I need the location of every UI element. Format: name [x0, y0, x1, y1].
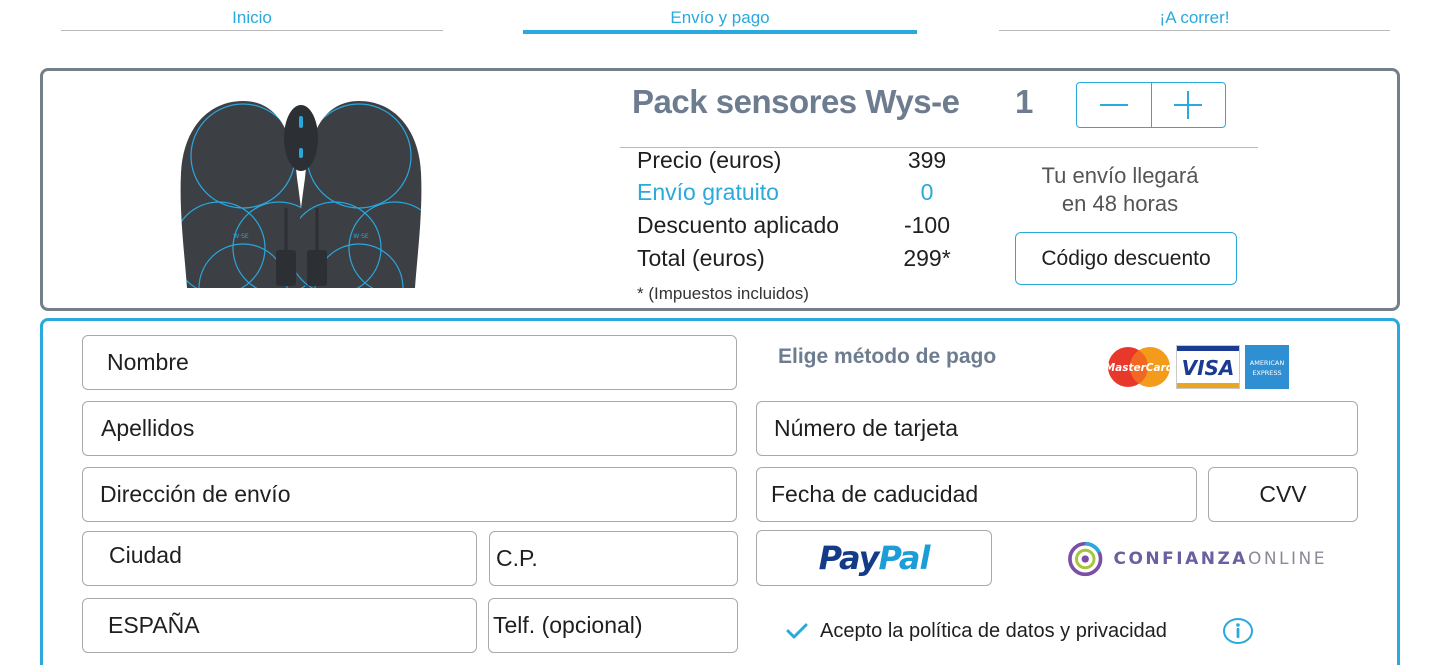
quantity-stepper [1076, 82, 1226, 128]
quantity-value: 1 [1015, 83, 1034, 120]
delivery-line-2: en 48 horas [1061, 191, 1179, 216]
city-placeholder: Ciudad [109, 542, 182, 568]
paypal-button[interactable]: PayPal [756, 530, 992, 586]
confianza-online-icon [1068, 541, 1103, 577]
step-underline [61, 30, 443, 31]
info-icon[interactable] [1222, 617, 1254, 645]
discount-value: -100 [903, 212, 951, 238]
visa-text: VISA [1182, 356, 1235, 380]
surname-placeholder: Apellidos [101, 415, 195, 441]
amex-logo[interactable]: AMERICAN EXPRESS [1245, 345, 1289, 389]
insole-logo-left: W·SE [233, 233, 249, 240]
discount-row: Descuento aplicado -100 [637, 212, 977, 244]
step-label: Envío y pago [670, 8, 770, 27]
discount-label: Descuento aplicado [637, 212, 840, 238]
paypal-text-pal: Pal [878, 539, 930, 577]
phone-placeholder: Telf. (opcional) [493, 612, 643, 638]
confianza-online-badge: CONFIANZAONLINE [1067, 531, 1327, 587]
increase-quantity-button[interactable] [1150, 83, 1226, 127]
total-value: 299* [903, 245, 951, 271]
step-label: Inicio [232, 8, 272, 27]
postal-code-field[interactable]: C.P. [489, 531, 738, 586]
shipping-row: Envío gratuito 0 [637, 179, 977, 211]
payment-method-title: Elige método de pago [778, 345, 997, 368]
delivery-info: Tu envío llegará en 48 horas [1013, 162, 1227, 218]
step-envio-pago[interactable]: Envío y pago [523, 0, 917, 34]
card-number-field[interactable]: Número de tarjeta [756, 401, 1358, 456]
shipping-label: Envío gratuito [637, 179, 779, 205]
country-field[interactable]: ESPAÑA [82, 598, 477, 653]
step-label: ¡A correr! [1159, 8, 1230, 27]
checkout-form: Nombre Apellidos Dirección de envío Ciud… [40, 318, 1400, 665]
step-inicio[interactable]: Inicio [61, 0, 443, 31]
country-value: ESPAÑA [108, 612, 200, 638]
price-row: Precio (euros) 399 [637, 147, 977, 179]
paypal-text-pay: Pay [818, 539, 880, 577]
phone-field[interactable]: Telf. (opcional) [488, 598, 738, 653]
step-a-correr[interactable]: ¡A correr! [999, 0, 1390, 31]
product-title: Pack sensores Wys-e [632, 83, 960, 120]
city-field[interactable]: Ciudad [82, 531, 477, 586]
privacy-consent[interactable]: Acepto la política de datos y privacidad [786, 613, 1167, 649]
address-placeholder: Dirección de envío [100, 481, 291, 507]
check-icon [786, 623, 808, 639]
address-field[interactable]: Dirección de envío [82, 467, 737, 522]
surname-field[interactable]: Apellidos [82, 401, 737, 456]
amex-text-1: AMERICAN [1250, 359, 1285, 367]
plus-icon [1174, 91, 1203, 119]
paypal-logo: PayPal [818, 539, 931, 577]
total-row: Total (euros) 299* [637, 245, 977, 277]
insole-logo-right: W·SE [353, 233, 369, 240]
confianza-online-text: CONFIANZAONLINE [1113, 549, 1327, 569]
name-placeholder: Nombre [107, 349, 189, 375]
mastercard-text: MasterCard [1107, 362, 1171, 374]
postal-code-placeholder: C.P. [496, 545, 538, 571]
card-number-placeholder: Número de tarjeta [774, 415, 959, 441]
total-label: Total (euros) [637, 245, 765, 271]
online-text: ONLINE [1247, 549, 1327, 569]
product-image: W·SE W·SE [180, 101, 422, 288]
name-field[interactable]: Nombre [82, 335, 737, 390]
taxes-note: * (Impuestos incluidos) [637, 284, 809, 303]
discount-code-button[interactable]: Código descuento [1015, 232, 1237, 285]
decrease-quantity-button[interactable] [1077, 83, 1151, 127]
cvv-placeholder: CVV [1259, 481, 1307, 507]
expiry-date-field[interactable]: Fecha de caducidad [756, 467, 1197, 522]
minus-icon [1099, 104, 1128, 106]
privacy-consent-label: Acepto la política de datos y privacidad [820, 619, 1167, 642]
step-underline-active [523, 30, 917, 34]
price-label: Precio (euros) [637, 147, 782, 173]
shipping-value: 0 [920, 179, 934, 205]
amex-text-2: EXPRESS [1252, 369, 1281, 377]
step-underline [999, 30, 1390, 31]
product-summary-card: W·SE W·SE Pack sensores Wys-e 1 Precio (… [40, 68, 1400, 311]
visa-logo[interactable]: VISA [1176, 345, 1240, 389]
price-value: 399 [907, 147, 947, 173]
mastercard-logo[interactable]: MasterCard [1107, 345, 1171, 389]
expiry-date-placeholder: Fecha de caducidad [771, 481, 979, 507]
confianza-text: CONFIANZA [1113, 549, 1248, 569]
delivery-line-1: Tu envío llegará [1041, 163, 1199, 188]
cvv-field[interactable]: CVV [1208, 467, 1358, 522]
